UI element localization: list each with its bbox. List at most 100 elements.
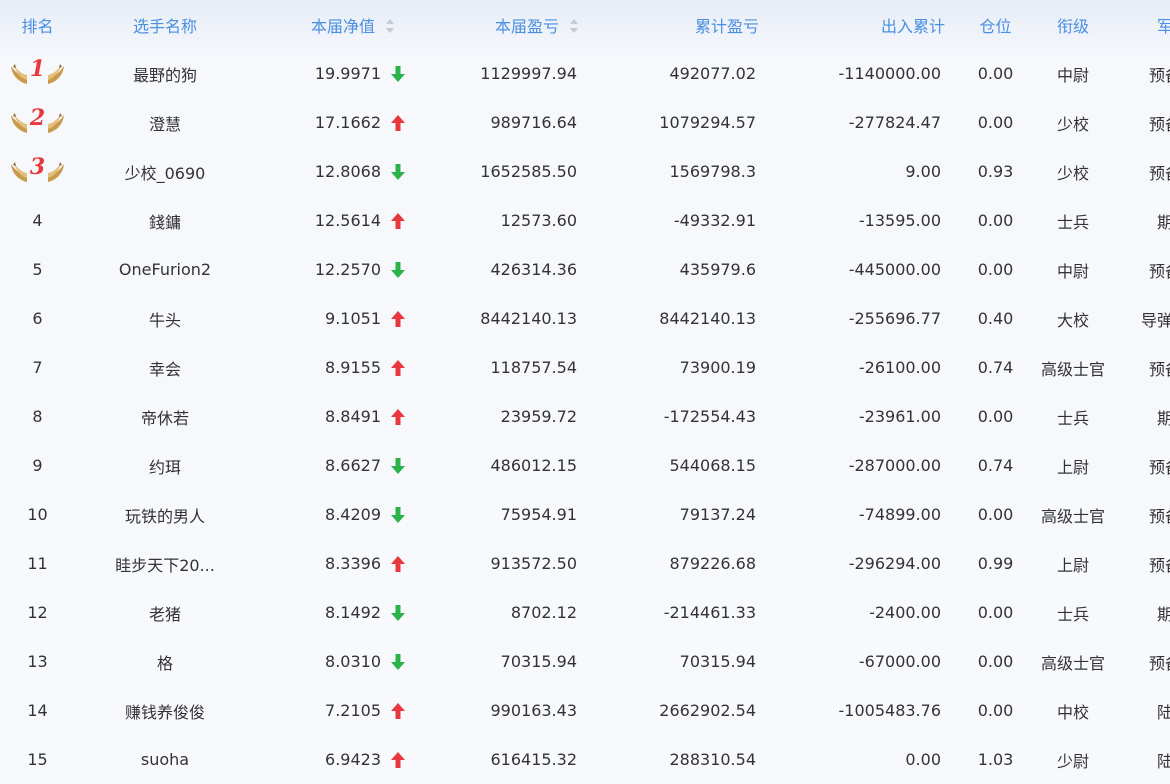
player-name[interactable]: OneFurion2 (75, 245, 255, 294)
table-row[interactable]: 8 帝休若 8.8491 23959.72 -172554.43 -23961.00 0.0… (0, 392, 1170, 441)
military-rank-cell: 大校 (1056, 310, 1089, 330)
up-arrow-icon (389, 114, 407, 131)
cum-pnl-cell: 288310.54 (669, 750, 756, 769)
nav-cell: 9.1051 (255, 294, 409, 343)
rank-cell: 8 (32, 407, 43, 426)
arm-cell: 期权 (1156, 604, 1170, 624)
rank-cell: 7 (32, 358, 43, 377)
rank-number: 2 (29, 104, 46, 131)
player-name[interactable]: 眭步天下20... (75, 539, 255, 588)
nav-cell: 8.1492 (255, 588, 409, 637)
nav-value: 8.0310 (325, 652, 381, 671)
table-row[interactable]: 7 幸会 8.9155 118757.54 73900.19 -26100.00 0.74 高… (0, 343, 1170, 392)
player-name[interactable]: 格 (75, 637, 255, 686)
rank-cell: 3 (0, 147, 75, 196)
military-rank-cell: 少校 (1056, 114, 1089, 134)
position-cell: 0.00 (977, 407, 1014, 426)
cum-pnl-cell: -49332.91 (673, 211, 756, 230)
table-row[interactable]: 2 澄慧 17.1662 989716.64 1079294.57 -277824.47… (0, 98, 1170, 147)
player-name[interactable]: 老猪 (75, 588, 255, 637)
sort-icon[interactable] (569, 19, 579, 33)
cum-pnl-cell: 8442140.13 (659, 309, 756, 328)
header-pnl[interactable]: 本届盈亏 (409, 0, 599, 49)
player-name[interactable]: 錢鏞 (75, 196, 255, 245)
arm-cell: 预备役 (1148, 506, 1170, 526)
flow-cell: -277824.47 (848, 113, 941, 132)
sort-icon[interactable] (385, 19, 395, 33)
table-row[interactable]: 11 眭步天下20... 8.3396 913572.50 879226.68 -2962… (0, 539, 1170, 588)
nav-cell: 12.5614 (255, 196, 409, 245)
nav-value: 8.8491 (325, 407, 381, 426)
header-nav[interactable]: 本届净值 (255, 0, 409, 49)
nav-value: 9.1051 (325, 309, 381, 328)
player-name[interactable]: 牛头 (75, 294, 255, 343)
military-rank-cell: 上尉 (1056, 555, 1089, 575)
player-name[interactable]: 最野的狗 (75, 49, 255, 98)
arm-cell: 期权 (1156, 212, 1170, 232)
table-row[interactable]: 13 格 8.0310 70315.94 70315.94 -67000.00 0.00 高级… (0, 637, 1170, 686)
medal-icon: 1 (9, 56, 66, 88)
pnl-cell: 1129997.94 (480, 64, 577, 83)
position-cell: 0.99 (977, 554, 1014, 573)
header-cum-pnl: 累计盈亏 (694, 16, 759, 36)
flow-cell: -23961.00 (858, 407, 941, 426)
arm-cell: 预备役 (1148, 65, 1170, 85)
player-name[interactable]: 少校_0690 (75, 147, 255, 196)
position-cell: 0.00 (977, 652, 1014, 671)
player-name[interactable]: 帝休若 (75, 392, 255, 441)
medal-icon: 3 (9, 154, 66, 186)
player-name[interactable]: 约珥 (75, 441, 255, 490)
table-header-row: 排名 选手名称 本届净值 本届盈亏 累计盈亏 出入累计 仓位 衔级 军种 (0, 0, 1170, 49)
flow-cell: -296294.00 (848, 554, 941, 573)
position-cell: 0.00 (977, 64, 1014, 83)
player-name[interactable]: suoha (75, 735, 255, 784)
flow-cell: 0.00 (905, 750, 941, 769)
military-rank-cell: 高级士官 (1040, 359, 1105, 379)
position-cell: 0.00 (977, 260, 1014, 279)
arm-cell: 导弹部队 (1140, 310, 1170, 330)
pnl-cell: 989716.64 (490, 113, 577, 132)
flow-cell: -74899.00 (858, 505, 941, 524)
ranking-table: 排名 选手名称 本届净值 本届盈亏 累计盈亏 出入累计 仓位 衔级 军种 1 最… (0, 0, 1170, 784)
table-row[interactable]: 9 约珥 8.6627 486012.15 544068.15 -287000.00 0.7… (0, 441, 1170, 490)
pnl-cell: 1652585.50 (480, 162, 577, 181)
rank-cell: 2 (0, 98, 75, 147)
leaderboard: 排名 选手名称 本届净值 本届盈亏 累计盈亏 出入累计 仓位 衔级 军种 1 最… (0, 0, 1170, 784)
cum-pnl-cell: 70315.94 (679, 652, 756, 671)
up-arrow-icon (389, 212, 407, 229)
player-name[interactable]: 幸会 (75, 343, 255, 392)
table-row[interactable]: 12 老猪 8.1492 8702.12 -214461.33 -2400.00 0.00 士… (0, 588, 1170, 637)
header-military-rank: 衔级 (1056, 16, 1089, 36)
position-cell: 0.00 (977, 603, 1014, 622)
table-row[interactable]: 10 玩铁的男人 8.4209 75954.91 79137.24 -74899.00 0.… (0, 490, 1170, 539)
pnl-cell: 913572.50 (490, 554, 577, 573)
table-row[interactable]: 14 赚钱养俊俊 7.2105 990163.43 2662902.54 -1005483… (0, 686, 1170, 735)
table-row[interactable]: 6 牛头 9.1051 8442140.13 8442140.13 -255696.77 0… (0, 294, 1170, 343)
position-cell: 0.00 (977, 113, 1014, 132)
pnl-cell: 8702.12 (510, 603, 577, 622)
military-rank-cell: 士兵 (1056, 212, 1089, 232)
rank-cell: 11 (27, 554, 48, 573)
table-row[interactable]: 1 最野的狗 19.9971 1129997.94 492077.02 -1140000… (0, 49, 1170, 98)
pnl-cell: 12573.60 (500, 211, 577, 230)
flow-cell: -1140000.00 (838, 64, 941, 83)
rank-cell: 5 (32, 260, 43, 279)
up-arrow-icon (389, 702, 407, 719)
table-row[interactable]: 4 錢鏞 12.5614 12573.60 -49332.91 -13595.00 0.00… (0, 196, 1170, 245)
nav-value: 8.3396 (325, 554, 381, 573)
table-row[interactable]: 3 少校_0690 12.8068 1652585.50 1569798.3 9.00 0… (0, 147, 1170, 196)
cum-pnl-cell: 492077.02 (669, 64, 756, 83)
military-rank-cell: 中校 (1056, 702, 1089, 722)
nav-value: 17.1662 (314, 113, 381, 132)
rank-cell: 10 (27, 505, 48, 524)
rank-cell: 15 (27, 750, 48, 769)
position-cell: 0.93 (977, 162, 1014, 181)
player-name[interactable]: 玩铁的男人 (75, 490, 255, 539)
player-name[interactable]: 澄慧 (75, 98, 255, 147)
down-arrow-icon (389, 604, 407, 621)
table-row[interactable]: 15 suoha 6.9423 616415.32 288310.54 0.00 1.03 少… (0, 735, 1170, 784)
player-name[interactable]: 赚钱养俊俊 (75, 686, 255, 735)
table-row[interactable]: 5 OneFurion2 12.2570 426314.36 435979.6 -4450… (0, 245, 1170, 294)
military-rank-cell: 士兵 (1056, 604, 1089, 624)
cum-pnl-cell: -172554.43 (663, 407, 756, 426)
